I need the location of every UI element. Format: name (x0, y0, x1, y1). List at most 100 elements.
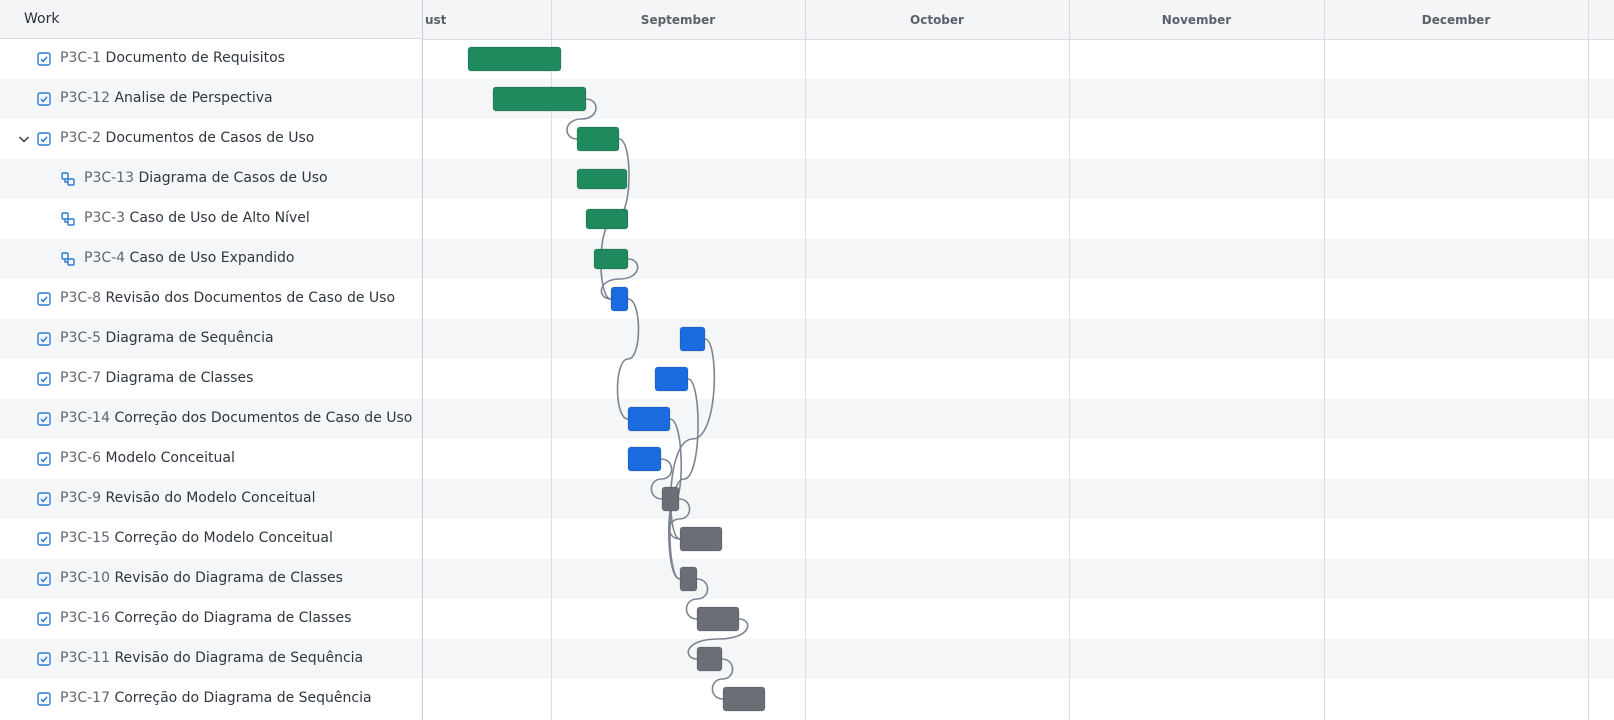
work-item-key: P3C-7 (60, 370, 102, 386)
work-item-title: Revisão do Diagrama de Classes (114, 570, 343, 586)
gantt-bar-p3c-9[interactable] (661, 486, 680, 512)
work-item-title: Revisão dos Documentos de Caso de Uso (105, 290, 396, 306)
gantt-bar-p3c-12[interactable] (492, 86, 587, 112)
gantt-bar-p3c-3[interactable] (585, 208, 629, 230)
work-item-row[interactable]: P3C-6 Modelo Conceitual (0, 439, 422, 479)
work-item-label[interactable]: P3C-5 Diagrama de Sequência (60, 330, 274, 346)
work-item-row[interactable]: P3C-13 Diagrama de Casos de Uso (0, 159, 422, 199)
work-item-title: Diagrama de Casos de Uso (138, 170, 328, 186)
timeline-header: ust September October November December (423, 0, 1614, 40)
work-item-label[interactable]: P3C-16 Correção do Diagrama de Classes (60, 610, 351, 626)
task-checkbox-icon (37, 452, 51, 466)
work-item-label[interactable]: P3C-17 Correção do Diagrama de Sequência (60, 690, 372, 706)
work-item-title: Correção dos Documentos de Caso de Uso (114, 410, 413, 426)
work-item-title: Revisão do Modelo Conceitual (105, 490, 316, 506)
gantt-bar-p3c-16[interactable] (696, 606, 740, 632)
month-header: November (1161, 12, 1232, 27)
chevron-down-icon[interactable] (17, 132, 31, 146)
task-checkbox-icon (37, 92, 51, 106)
month-header: October (910, 12, 964, 27)
work-item-title: Correção do Diagrama de Sequência (114, 690, 372, 706)
work-item-row[interactable]: P3C-11 Revisão do Diagrama de Sequência (0, 639, 422, 679)
work-item-label[interactable]: P3C-12 Analise de Perspectiva (60, 90, 273, 106)
subtask-icon (61, 172, 75, 186)
gantt-bar-p3c-10[interactable] (679, 566, 698, 592)
work-item-key: P3C-4 (84, 250, 126, 266)
work-item-key: P3C-9 (60, 490, 102, 506)
month-header: ust (425, 12, 447, 27)
gantt-bar-p3c-11[interactable] (696, 646, 723, 672)
task-checkbox-icon (37, 52, 51, 66)
gantt-bar-p3c-6[interactable] (627, 446, 662, 472)
task-checkbox-icon (37, 332, 51, 346)
gantt-bar-p3c-14[interactable] (627, 406, 671, 432)
gantt-bar-p3c-17[interactable] (722, 686, 766, 712)
work-item-key: P3C-10 (60, 570, 110, 586)
work-item-title: Caso de Uso Expandido (129, 250, 295, 266)
work-item-label[interactable]: P3C-3 Caso de Uso de Alto Nível (84, 210, 310, 226)
task-checkbox-icon (37, 532, 51, 546)
work-item-label[interactable]: P3C-10 Revisão do Diagrama de Classes (60, 570, 343, 586)
task-checkbox-icon (37, 692, 51, 706)
task-checkbox-icon (37, 372, 51, 386)
month-header: December (1421, 12, 1491, 27)
work-item-title: Documentos de Casos de Uso (105, 130, 315, 146)
task-checkbox-icon (37, 652, 51, 666)
gantt-bar-p3c-13[interactable] (576, 168, 628, 190)
gantt-bar-p3c-15[interactable] (679, 526, 723, 552)
work-item-label[interactable]: P3C-8 Revisão dos Documentos de Caso de … (60, 290, 395, 306)
work-item-title: Correção do Diagrama de Classes (114, 610, 352, 626)
work-column-label: Work (24, 11, 60, 27)
work-item-label[interactable]: P3C-1 Documento de Requisitos (60, 50, 285, 66)
work-item-label[interactable]: P3C-2 Documentos de Casos de Uso (60, 130, 314, 146)
gantt-bar-p3c-5[interactable] (679, 326, 706, 352)
work-item-row[interactable]: P3C-9 Revisão do Modelo Conceitual (0, 479, 422, 519)
work-list-panel: Work P3C-1 Documento de Requisitos P3C-12… (0, 0, 423, 720)
work-item-row[interactable]: P3C-8 Revisão dos Documentos de Caso de … (0, 279, 422, 319)
work-item-key: P3C-5 (60, 330, 102, 346)
work-item-label[interactable]: P3C-15 Correção do Modelo Conceitual (60, 530, 333, 546)
dependency-link (616, 298, 640, 420)
task-checkbox-icon (37, 572, 51, 586)
work-item-row[interactable]: P3C-16 Correção do Diagrama de Classes (0, 599, 422, 639)
work-item-title: Correção do Modelo Conceitual (114, 530, 333, 546)
work-item-key: P3C-3 (84, 210, 126, 226)
gantt-bar-p3c-2[interactable] (576, 126, 620, 152)
work-column-header[interactable]: Work (0, 0, 422, 39)
work-item-label[interactable]: P3C-4 Caso de Uso Expandido (84, 250, 294, 266)
work-item-title: Revisão do Diagrama de Sequência (114, 650, 364, 666)
work-item-key: P3C-8 (60, 290, 102, 306)
work-item-row[interactable]: P3C-4 Caso de Uso Expandido (0, 239, 422, 279)
work-item-key: P3C-2 (60, 130, 102, 146)
month-header: September (640, 12, 716, 27)
subtask-icon (61, 212, 75, 226)
task-checkbox-icon (37, 612, 51, 626)
work-item-row[interactable]: P3C-12 Analise de Perspectiva (0, 79, 422, 119)
work-item-row[interactable]: P3C-1 Documento de Requisitos (0, 39, 422, 79)
gantt-view: Work P3C-1 Documento de Requisitos P3C-12… (0, 0, 1614, 720)
work-item-row[interactable]: P3C-2 Documentos de Casos de Uso (0, 119, 422, 159)
work-item-key: P3C-16 (60, 610, 110, 626)
work-item-label[interactable]: P3C-11 Revisão do Diagrama de Sequência (60, 650, 363, 666)
work-item-label[interactable]: P3C-7 Diagrama de Classes (60, 370, 253, 386)
work-item-label[interactable]: P3C-9 Revisão do Modelo Conceitual (60, 490, 316, 506)
work-item-label[interactable]: P3C-13 Diagrama de Casos de Uso (84, 170, 328, 186)
gantt-bar-p3c-1[interactable] (467, 46, 562, 72)
work-item-label[interactable]: P3C-6 Modelo Conceitual (60, 450, 235, 466)
work-item-row[interactable]: P3C-7 Diagrama de Classes (0, 359, 422, 399)
work-item-row[interactable]: P3C-3 Caso de Uso de Alto Nível (0, 199, 422, 239)
work-item-row[interactable]: P3C-15 Correção do Modelo Conceitual (0, 519, 422, 559)
work-item-row[interactable]: P3C-17 Correção do Diagrama de Sequência (0, 679, 422, 719)
work-item-label[interactable]: P3C-14 Correção dos Documentos de Caso d… (60, 410, 412, 426)
work-item-key: P3C-12 (60, 90, 110, 106)
task-checkbox-icon (37, 292, 51, 306)
work-item-title: Modelo Conceitual (105, 450, 235, 466)
work-item-row[interactable]: P3C-14 Correção dos Documentos de Caso d… (0, 399, 422, 439)
gantt-bar-p3c-4[interactable] (593, 248, 629, 270)
timeline-bars (467, 46, 766, 712)
gantt-bar-p3c-7[interactable] (654, 366, 689, 392)
work-item-row[interactable]: P3C-5 Diagrama de Sequência (0, 319, 422, 359)
timeline-panel: ust September October November December (423, 0, 1614, 720)
work-item-row[interactable]: P3C-10 Revisão do Diagrama de Classes (0, 559, 422, 599)
gantt-bar-p3c-8[interactable] (610, 286, 629, 312)
